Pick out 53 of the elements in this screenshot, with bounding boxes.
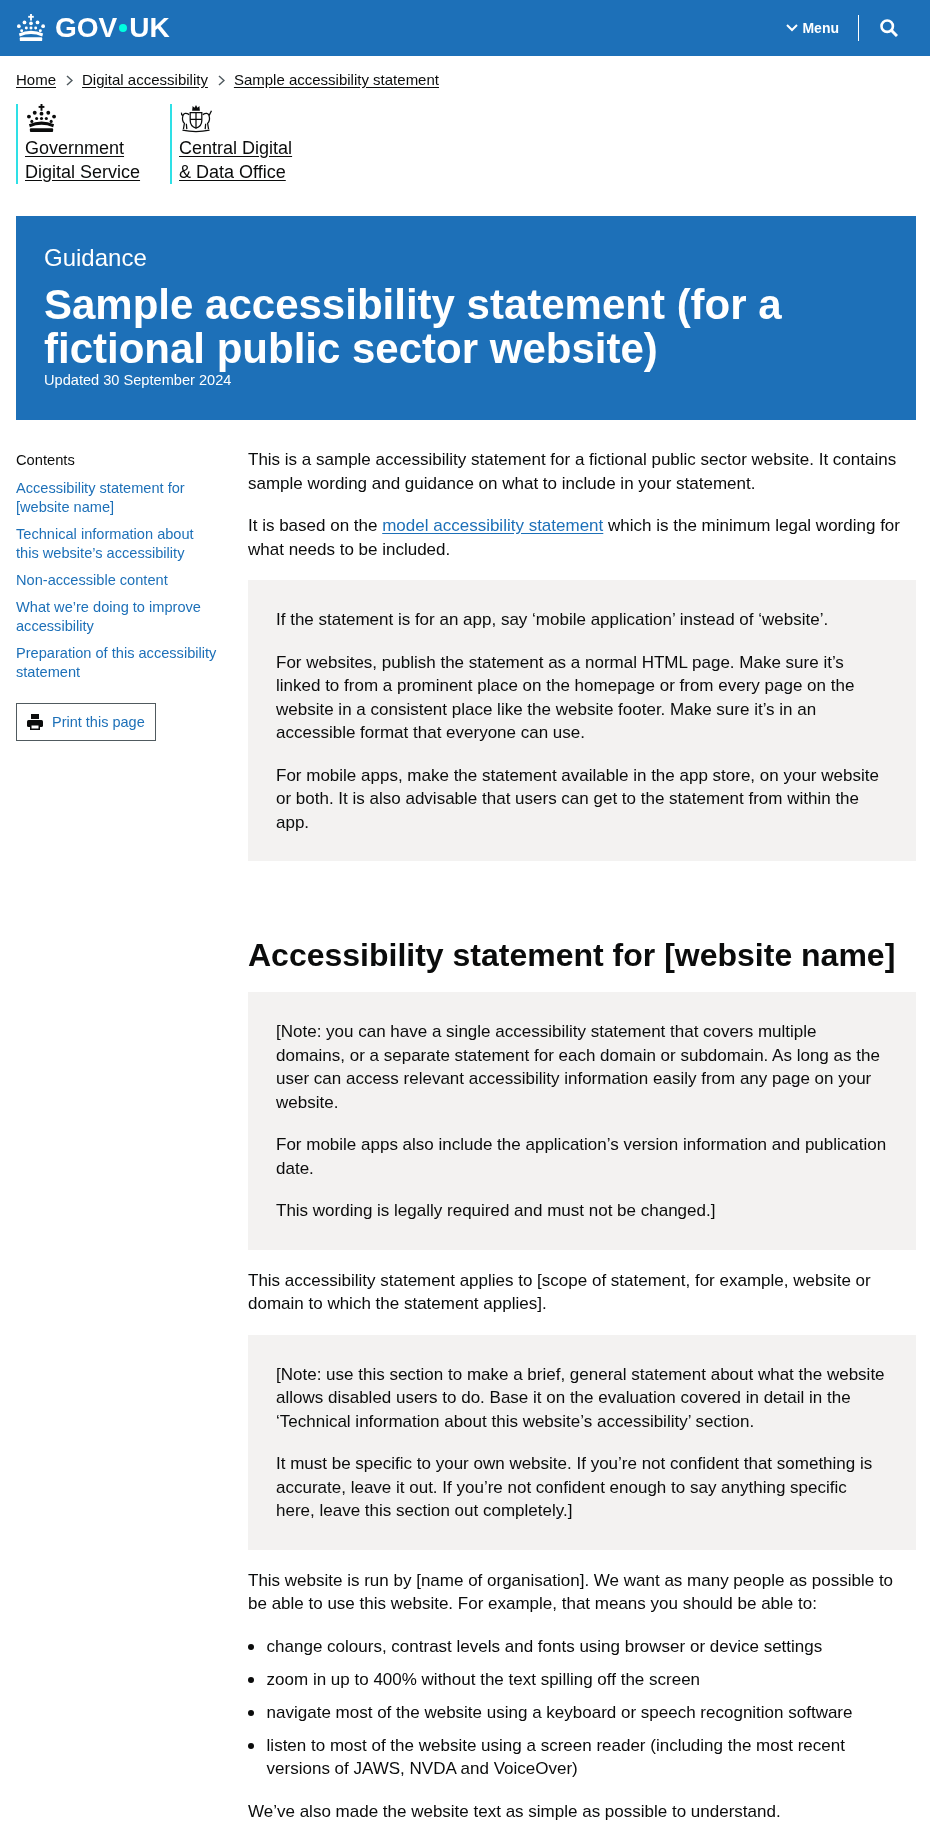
- breadcrumb-link[interactable]: Sample accessibility statement: [233, 70, 439, 90]
- body-paragraph: This website is run by [name of organisation]. We want as many people as possible to be able to use this website. For example, that means you should be able to:: [248, 1569, 895, 1615]
- inset-paragraph: For websites, publish the statement as a normal HTML page. Make sure it’s linked to from a prominent place on the homepage or from every page on the website in a consistent place like the website footer. Make sure it’s in an accessible format that everyone can use.: [276, 651, 856, 744]
- contents-link[interactable]: Technical information about this website’s accessibility: [16, 525, 219, 563]
- inset-paragraph: It must be specific to your own website. If you’re not confident that something is accurate, leave it out. If you’re not confident enough to say anything specific here, leave this section out completely.]: [276, 1453, 874, 1522]
- bullet-text: zoom in up to 400% without the text spilling off the screen: [266, 1668, 701, 1691]
- search-button[interactable]: [880, 19, 898, 37]
- inset-paragraph: If the statement is for an app, say ‘mobile application’ instead of ‘website’.: [276, 609, 830, 631]
- bullet-icon: [248, 1742, 254, 1749]
- section-heading: Accessibility statement for [website name]: [248, 937, 897, 973]
- search-icon: [880, 19, 898, 37]
- inset-paragraph: [Note: you can have a single accessibility statement that covers multiple domains, or a separate statement for each domain or subdomain. As long as the user can access relevant accessibility information easily from any page on your website.: [276, 1021, 881, 1114]
- menu-button[interactable]: Menu: [786, 18, 839, 38]
- bullet-icon: [248, 1643, 254, 1650]
- contents-link[interactable]: Preparation of this accessibility statement: [16, 644, 219, 682]
- organisation-logo[interactable]: Central Digital & Data Office: [170, 104, 293, 184]
- bullet-icon: [248, 1709, 254, 1716]
- printer-icon: [27, 714, 43, 730]
- chevron-down-icon: [786, 24, 799, 32]
- contents-heading: Contents: [16, 451, 76, 470]
- inset-paragraph: This wording is legally required and must not be changed.]: [276, 1200, 717, 1222]
- crest-icon: [179, 104, 214, 133]
- body-paragraph: It is based on the model accessibility statement which is the minimum legal wording for what needs to be included.: [248, 515, 901, 561]
- breadcrumb-link[interactable]: Digital accessibility: [82, 70, 208, 90]
- logo-text[interactable]: GOV: [55, 12, 118, 44]
- inset-paragraph: For mobile apps also include the application’s version information and publication date.: [276, 1134, 888, 1180]
- page-type-label: Guidance: [44, 243, 148, 272]
- organisation-name[interactable]: Central Digital & Data Office: [179, 136, 293, 184]
- bullet-text: navigate most of the website using a keyboard or speech recognition software: [266, 1701, 853, 1724]
- inset-paragraph: [Note: use this section to make a brief, general statement about what the website allows disabled users to do. Base it on the evaluation covered in detail in the ‘Technical information about this website’s accessibility’ section.: [276, 1363, 886, 1433]
- bullet-text: change colours, contrast levels and fonts using browser or device settings: [266, 1635, 823, 1658]
- body-paragraph: This is a sample accessibility statement for a fictional public sector website. It contains sample wording and guidance on what to include in your statement.: [248, 449, 898, 495]
- bullet-text: listen to most of the website using a screen reader (including the most recent versions of JAWS, NVDA and VoiceOver): [266, 1734, 846, 1780]
- chevron-right-icon: [217, 74, 225, 86]
- inset-paragraph: For mobile apps, make the statement available in the app store, on your website or both. It is also advisable that users can get to the statement from within the app.: [276, 764, 880, 834]
- chevron-right-icon: [66, 74, 73, 86]
- organisation-name[interactable]: Government Digital Service: [25, 136, 141, 184]
- print-button[interactable]: Print this page: [16, 703, 156, 741]
- organisation-logo[interactable]: Government Digital Service: [16, 104, 141, 184]
- bullet-icon: [248, 1676, 254, 1683]
- page-title: Sample accessibility statement (for a fictional public sector website): [44, 282, 783, 371]
- body-paragraph: We’ve also made the website text as simple as possible to understand.: [248, 1800, 782, 1823]
- inline-link[interactable]: model accessibility statement: [382, 516, 604, 535]
- logo-text[interactable]: UK: [129, 12, 170, 44]
- body-paragraph: This accessibility statement applies to [scope of statement, for example, website or domain to which the statement applies].: [248, 1269, 872, 1315]
- contents-link[interactable]: What we’re doing to improve accessibility: [16, 598, 219, 636]
- crown-icon[interactable]: [16, 14, 46, 42]
- breadcrumb-link[interactable]: Home: [16, 70, 56, 90]
- contents-link[interactable]: Non-accessible content: [16, 571, 219, 590]
- updated-date: Updated 30 September 2024: [44, 371, 232, 389]
- crown-icon: [25, 104, 58, 133]
- dot-icon: [119, 24, 128, 32]
- contents-link[interactable]: Accessibility statement for [website name]: [16, 479, 219, 517]
